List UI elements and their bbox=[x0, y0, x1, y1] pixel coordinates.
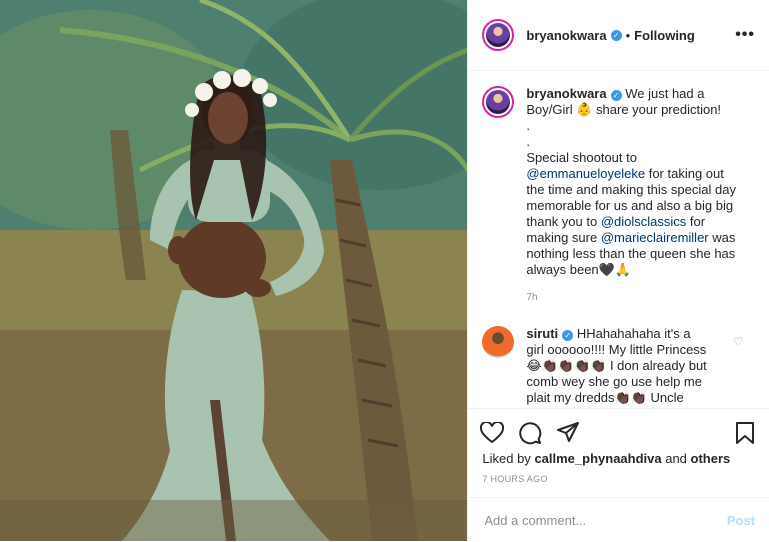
likes-and: and bbox=[661, 451, 691, 466]
comments-scroll-area[interactable]: bryanokwara ✓ We just had a Boy/Girl 👶 sh… bbox=[468, 72, 769, 408]
mention-link[interactable]: @emmanueloyeleke bbox=[526, 166, 645, 181]
caption-text: bryanokwara ✓ We just had a Boy/Girl 👶 sh… bbox=[526, 86, 744, 306]
comment-text: siruti ✓ HHahahahaha it's a girl oooooo!!… bbox=[526, 326, 710, 408]
caption-timestamp[interactable]: 7h bbox=[526, 290, 744, 306]
author-username[interactable]: bryanokwara bbox=[526, 28, 606, 43]
caption-text-a: Special shootout to bbox=[526, 150, 637, 165]
like-comment-heart-icon[interactable]: ♡ bbox=[733, 335, 743, 348]
caption-dot: . bbox=[526, 118, 531, 133]
bookmark-save-icon[interactable] bbox=[735, 421, 755, 445]
post-comment-button[interactable]: Post bbox=[727, 513, 755, 528]
header-separator: • bbox=[625, 27, 631, 43]
verified-badge-icon: ✓ bbox=[562, 330, 574, 341]
share-paper-plane-icon[interactable] bbox=[556, 421, 580, 445]
add-comment-input[interactable] bbox=[482, 511, 727, 529]
post-details-panel: bryanokwara ✓ • Following ••• bryanokwar… bbox=[467, 0, 769, 541]
post-photo[interactable] bbox=[0, 0, 468, 541]
like-heart-icon[interactable] bbox=[480, 422, 505, 444]
add-comment-bar: Post bbox=[468, 497, 769, 542]
caption-dot: . bbox=[526, 134, 531, 149]
verified-badge-icon: ✓ bbox=[610, 90, 622, 101]
post-actions-bar bbox=[468, 408, 769, 457]
liked-by-username[interactable]: callme_phynaahdiva bbox=[534, 451, 661, 466]
caption-avatar[interactable] bbox=[482, 86, 515, 118]
mention-link[interactable]: @diolsclassics bbox=[601, 214, 686, 229]
post-age[interactable]: 7 HOURS AGO bbox=[482, 474, 547, 484]
post-caption: bryanokwara ✓ We just had a Boy/Girl 👶 sh… bbox=[468, 72, 769, 306]
more-options-icon[interactable]: ••• bbox=[735, 26, 755, 44]
post-modal: bryanokwara ✓ • Following ••• bryanokwar… bbox=[0, 0, 769, 541]
author-avatar[interactable] bbox=[482, 19, 515, 51]
comment-bubble-icon[interactable] bbox=[518, 421, 542, 445]
verified-badge-icon: ✓ bbox=[610, 29, 622, 41]
likes-others-link[interactable]: others bbox=[691, 451, 731, 466]
commenter-username[interactable]: siruti bbox=[526, 326, 558, 341]
post-header: bryanokwara ✓ • Following ••• bbox=[468, 0, 769, 71]
comment-item: siruti ✓ HHahahahaha it's a girl oooooo!!… bbox=[468, 306, 769, 408]
likes-summary: Liked by callme_phynaahdiva and others bbox=[482, 451, 730, 466]
following-button[interactable]: Following bbox=[634, 28, 695, 43]
commenter-avatar[interactable] bbox=[482, 326, 515, 358]
mention-link[interactable]: @marieclairemiller bbox=[601, 230, 709, 245]
likes-prefix: Liked by bbox=[482, 451, 535, 466]
caption-username[interactable]: bryanokwara bbox=[526, 86, 606, 101]
maternity-photo-illustration bbox=[0, 0, 468, 541]
